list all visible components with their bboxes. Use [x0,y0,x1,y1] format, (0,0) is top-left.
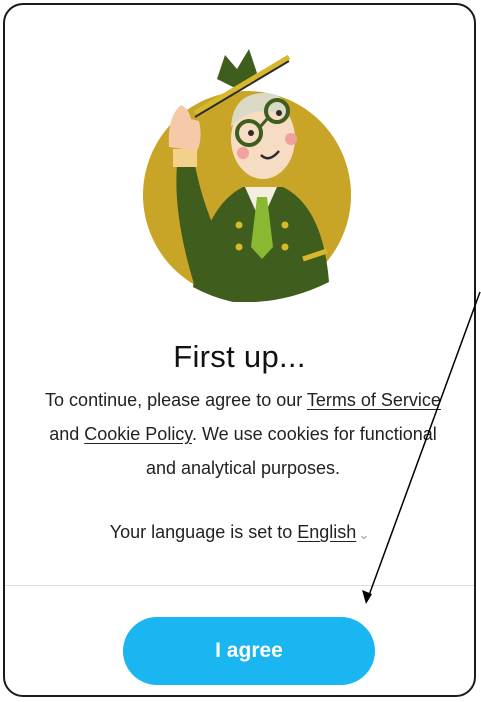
consent-dialog: First up... To continue, please agree to… [3,3,476,697]
consent-message-prefix: To continue, please agree to our [45,390,307,410]
terms-of-service-link[interactable]: Terms of Service [307,390,441,410]
agree-button[interactable]: I agree [123,617,375,685]
language-selector[interactable]: English [297,522,356,542]
language-label: Your language is set to [109,522,298,542]
chevron-down-icon[interactable]: ⌄ [358,527,369,543]
dialog-title: First up... [173,339,306,374]
consent-message-mid: and [49,424,85,444]
language-setting: Your language is set to English ⌄ [5,522,474,543]
character-illustration [133,47,363,302]
divider [5,585,474,586]
cookie-policy-link[interactable]: Cookie Policy [84,424,192,444]
consent-message: To continue, please agree to our Terms o… [43,383,443,485]
